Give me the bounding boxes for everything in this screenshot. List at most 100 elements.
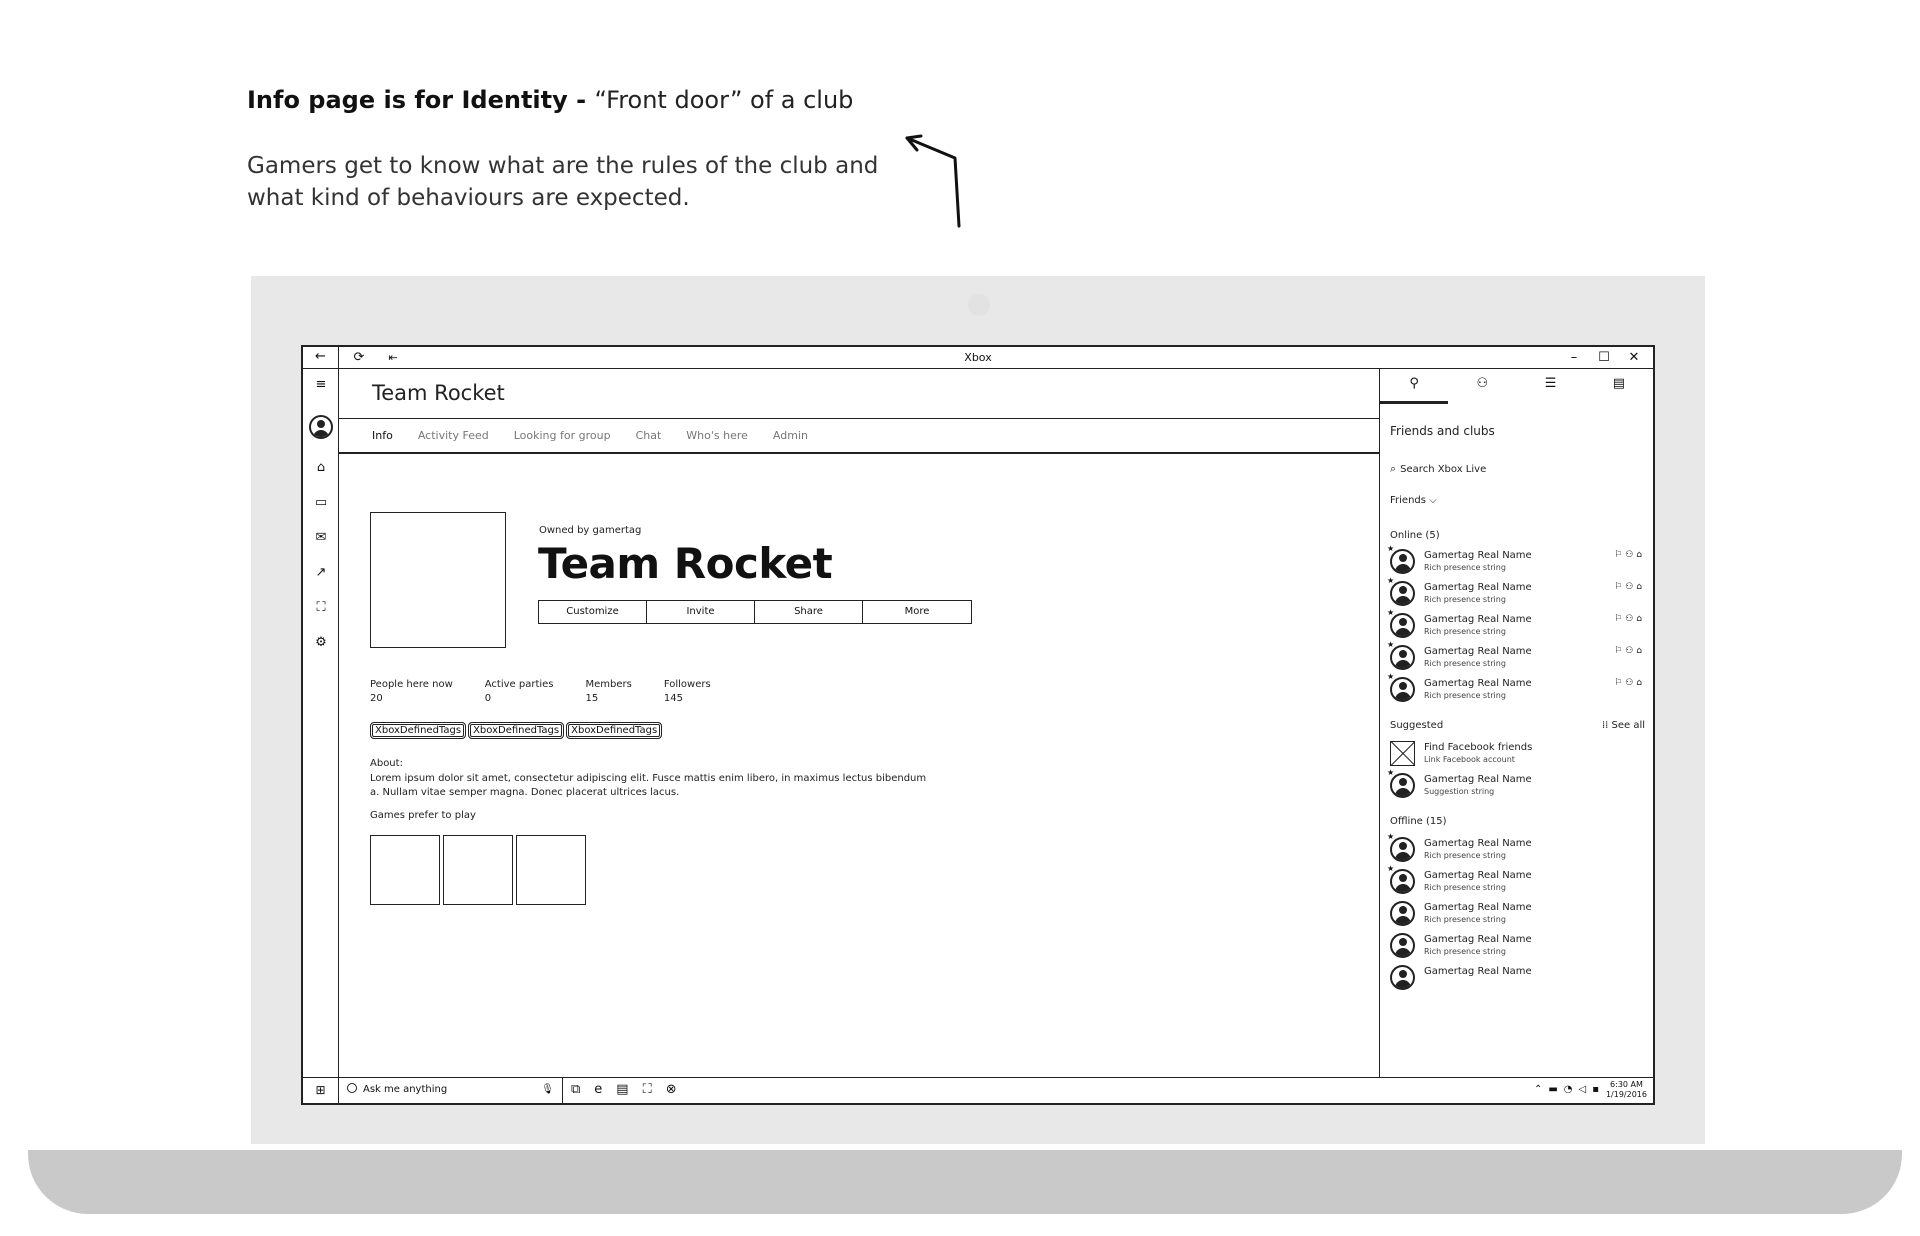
friends-filter-dropdown[interactable]: Friends ⌵	[1390, 495, 1437, 506]
friend-row[interactable]: ★ Gamertag Real Name Rich presence strin…	[1387, 608, 1645, 645]
cortana-search[interactable]: Ask me anything 🎙	[339, 1078, 563, 1103]
favorite-star-icon: ★	[1387, 864, 1395, 873]
suggested-friend-row[interactable]: ★ Gamertag Real Name Suggestion string	[1387, 768, 1645, 805]
owned-by-label: Owned by gamertag	[539, 525, 642, 536]
friend-action-icons[interactable]: ⚐⚇⌂	[1614, 678, 1645, 688]
customize-button[interactable]: Customize	[539, 601, 647, 623]
friend-presence: Rich presence string	[1424, 627, 1506, 636]
chevron-down-icon: ⌵	[1429, 495, 1437, 506]
edge-icon[interactable]: e	[594, 1078, 602, 1102]
minimize-button[interactable]: –	[1559, 347, 1589, 368]
tag-chip[interactable]: XboxDefinedTags	[468, 722, 565, 739]
friend-presence: Rich presence string	[1424, 691, 1506, 700]
stat-people-here: People here now 20	[370, 678, 453, 706]
annotation-body: Gamers get to know what are the rules of…	[247, 153, 879, 211]
avatar-icon	[1390, 901, 1415, 926]
game-tile[interactable]	[443, 835, 513, 905]
friend-presence: Rich presence string	[1424, 595, 1506, 604]
stat-label: People here now	[370, 679, 453, 690]
settings-icon[interactable]: ⚙	[303, 635, 339, 651]
friend-row[interactable]: Gamertag Real Name Rich presence string	[1390, 901, 1645, 933]
friend-row[interactable]: ★ Gamertag Real Name Rich presence strin…	[1387, 544, 1645, 581]
taskbar: ⊞ Ask me anything 🎙 ⧉ e ▤ ⛶ ⊗ ⌃▬◔◁▪ 6:30…	[303, 1077, 1653, 1103]
see-all-label: See all	[1611, 720, 1645, 731]
tab-whos-here[interactable]: Who's here	[686, 419, 748, 452]
club-image	[370, 512, 506, 648]
trending-icon[interactable]: ↗	[303, 565, 339, 581]
close-button[interactable]: ✕	[1619, 347, 1649, 368]
avatar-icon	[1390, 933, 1415, 958]
search-xbox-live[interactable]: ⌕ Search Xbox Live	[1390, 462, 1486, 476]
messages-tab-icon[interactable]: ☰	[1517, 369, 1585, 404]
window-title: Xbox	[964, 351, 992, 364]
tab-activity-feed[interactable]: Activity Feed	[418, 419, 489, 452]
file-explorer-icon[interactable]: ▤	[616, 1078, 628, 1102]
see-all-link[interactable]: ⁞⁞ See all	[1602, 720, 1645, 731]
notifications-tab-icon[interactable]: ▤	[1585, 369, 1653, 404]
friend-row[interactable]: ★ Gamertag Real Name Rich presence strin…	[1387, 640, 1645, 677]
friend-row[interactable]: ★ Gamertag Real Name Rich presence strin…	[1387, 672, 1645, 709]
tab-looking-for-group[interactable]: Looking for group	[514, 419, 611, 452]
about-label: About:	[370, 758, 403, 769]
tag-chip[interactable]: XboxDefinedTags	[370, 722, 467, 739]
taskbar-clock[interactable]: 6:30 AM 1/19/2016	[1606, 1080, 1647, 1100]
search-icon: ⌕	[1390, 462, 1397, 475]
xbox-icon[interactable]: ⊗	[666, 1078, 677, 1102]
stat-label: Members	[585, 679, 632, 690]
microphone-icon[interactable]: 🎙	[541, 1078, 554, 1102]
my-games-icon[interactable]: ▭	[303, 495, 339, 511]
clock-date: 1/19/2016	[1605, 1090, 1647, 1099]
game-tile[interactable]	[370, 835, 440, 905]
friend-row[interactable]: ★ Gamertag Real Name Rich presence strin…	[1387, 832, 1645, 869]
tab-chat[interactable]: Chat	[636, 419, 662, 452]
friend-presence: Rich presence string	[1424, 915, 1506, 924]
windows-start-icon[interactable]: ⊞	[303, 1078, 339, 1103]
friend-row[interactable]: ★ Gamertag Real Name Rich presence strin…	[1387, 864, 1645, 901]
suggestion-sub: Suggestion string	[1424, 787, 1495, 796]
page-title: Team Rocket	[372, 381, 505, 405]
cortana-icon	[347, 1083, 357, 1093]
laptop-base	[28, 1150, 1902, 1214]
suggestion-sub: Link Facebook account	[1424, 755, 1515, 764]
profile-avatar-icon[interactable]	[309, 415, 333, 439]
friend-action-icons[interactable]: ⚐⚇⌂	[1614, 614, 1645, 624]
maximize-button[interactable]: ☐	[1589, 347, 1619, 368]
filter-label: Friends	[1390, 495, 1426, 506]
friend-row[interactable]: Gamertag Real Name	[1390, 965, 1645, 997]
invite-button[interactable]: Invite	[647, 601, 755, 623]
stat-members: Members 15	[586, 678, 632, 706]
suggestion-name: Find Facebook friends	[1424, 742, 1533, 753]
friend-presence: Rich presence string	[1424, 659, 1506, 668]
friends-tab-icon[interactable]: ⚲	[1380, 369, 1449, 404]
favorite-star-icon: ★	[1387, 672, 1395, 681]
friend-row[interactable]: ★ Gamertag Real Name Rich presence strin…	[1387, 576, 1645, 613]
tab-admin[interactable]: Admin	[773, 419, 808, 452]
share-button[interactable]: Share	[755, 601, 863, 623]
suggested-section-label: Suggested	[1390, 720, 1444, 731]
task-view-icon[interactable]: ⧉	[571, 1078, 580, 1102]
home-icon[interactable]: ⌂	[303, 460, 339, 476]
friend-action-icons[interactable]: ⚐⚇⌂	[1614, 646, 1645, 656]
store-icon[interactable]: ⛶	[303, 600, 339, 616]
system-tray-icons[interactable]: ⌃▬◔◁▪	[1534, 1078, 1605, 1102]
game-tile[interactable]	[516, 835, 586, 905]
store-icon[interactable]: ⛶	[643, 1078, 652, 1102]
friend-action-icons[interactable]: ⚐⚇⌂	[1614, 550, 1645, 560]
party-tab-icon[interactable]: ⚇	[1448, 369, 1516, 404]
friends-heading: Friends and clubs	[1390, 424, 1495, 438]
tag-chip[interactable]: XboxDefinedTags	[566, 722, 663, 739]
more-button[interactable]: More	[863, 601, 971, 623]
favorite-star-icon: ★	[1387, 768, 1395, 777]
find-facebook-friends-row[interactable]: Find Facebook friends Link Facebook acco…	[1390, 741, 1645, 773]
tab-info[interactable]: Info	[372, 419, 393, 452]
friend-action-icons[interactable]: ⚐⚇⌂	[1614, 582, 1645, 592]
messages-icon[interactable]: ✉	[303, 530, 339, 546]
friend-name: Gamertag Real Name	[1424, 550, 1532, 561]
friend-row[interactable]: Gamertag Real Name Rich presence string	[1390, 933, 1645, 965]
hamburger-icon[interactable]: ≡	[303, 377, 339, 393]
about-text: Lorem ipsum dolor sit amet, consectetur …	[370, 773, 927, 798]
friend-presence: Rich presence string	[1424, 563, 1506, 572]
friend-presence: Rich presence string	[1424, 883, 1506, 892]
friend-name: Gamertag Real Name	[1424, 902, 1532, 913]
stat-value: 145	[663, 693, 683, 704]
